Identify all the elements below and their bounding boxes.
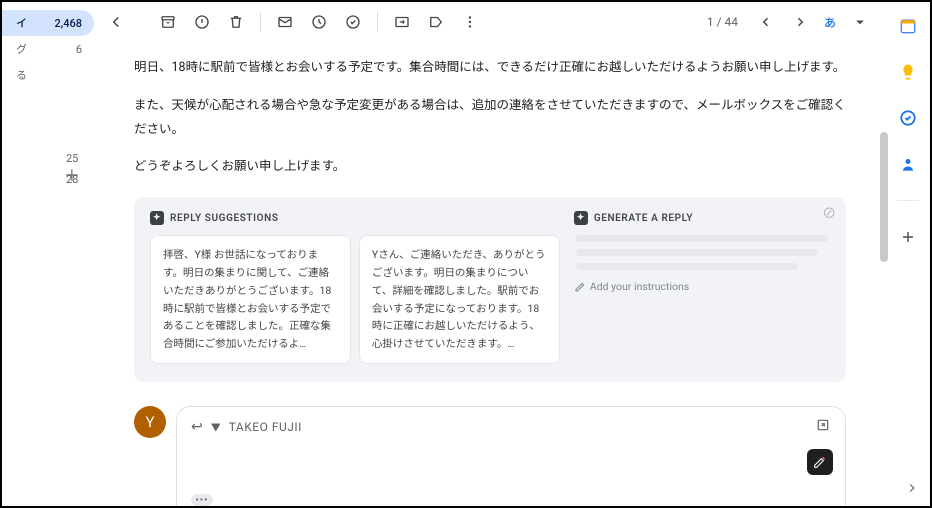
archive-icon[interactable] <box>154 8 182 36</box>
message-paragraph: 明日、18時に駅前で皆様とお会いする予定です。集合時間には、できるだけ正確にお越… <box>134 56 846 80</box>
input-dropdown-icon[interactable] <box>846 8 874 36</box>
reply-suggestion-card[interactable]: Yさん、ご連絡いただき、ありがとうございます。明日の集まりについて、詳細を確認し… <box>359 235 560 364</box>
keep-icon[interactable] <box>894 58 922 86</box>
message-paragraph: どうぞよろしくお願い申し上げます。 <box>134 155 846 179</box>
sparkle-icon: ✦ <box>150 211 164 225</box>
sidebar-group-count: 25 <box>2 148 94 169</box>
sidebar-count: 6 <box>76 43 82 56</box>
snooze-icon[interactable] <box>305 8 333 36</box>
recipient-chip[interactable]: TAKEO FUJII <box>229 420 302 434</box>
next-icon[interactable] <box>786 8 814 36</box>
sidebar-label: る <box>16 67 27 83</box>
scrollbar[interactable] <box>880 132 888 262</box>
prev-icon[interactable] <box>752 8 780 36</box>
add-task-icon[interactable] <box>339 8 367 36</box>
sidebar-item-inbox[interactable]: イ 2,468 <box>2 10 94 36</box>
move-to-icon[interactable] <box>388 8 416 36</box>
side-panel <box>886 2 930 506</box>
delete-icon[interactable] <box>222 8 250 36</box>
reply-suggestions-header: ✦ REPLY SUGGESTIONS <box>150 211 560 225</box>
sidebar-item[interactable]: グ 6 <box>2 36 94 62</box>
reply-dropdown-icon[interactable]: ▼ <box>211 419 221 434</box>
ai-write-button[interactable] <box>807 449 833 475</box>
reply-arrow-icon[interactable]: ↩ <box>191 419 203 435</box>
input-method-button[interactable]: あ <box>824 14 836 31</box>
sidebar-label: イ <box>16 15 27 31</box>
more-icon[interactable] <box>456 8 484 36</box>
sidebar-group-count: 28 <box>2 169 94 190</box>
generate-reply-header: ✦ GENERATE A REPLY <box>574 211 830 225</box>
sidebar-item[interactable]: る <box>2 62 94 88</box>
show-trimmed-button[interactable]: ••• <box>191 494 213 506</box>
contacts-icon[interactable] <box>894 150 922 178</box>
popout-icon[interactable] <box>815 417 831 436</box>
tasks-icon[interactable] <box>894 104 922 132</box>
calendar-icon[interactable] <box>894 12 922 40</box>
spam-icon[interactable] <box>188 8 216 36</box>
add-on-plus-icon[interactable] <box>894 223 922 251</box>
message-scroll-area[interactable]: 明日、18時に駅前で皆様とお会いする予定です。集合時間には、できるだけ正確にお越… <box>94 42 886 506</box>
collapse-panel-icon[interactable] <box>900 476 924 500</box>
message-paragraph: また、天候が心配される場合や急な予定変更がある場合は、追加の連絡をさせていただき… <box>134 94 846 142</box>
message-toolbar: 1 / 44 あ <box>94 2 886 42</box>
sidebar-add-label-icon[interactable]: ＋ <box>64 162 80 186</box>
generate-skeleton <box>574 235 830 270</box>
sparkle-icon: ✦ <box>574 211 588 225</box>
suggestions-panel: ⊘ ✦ REPLY SUGGESTIONS 拝啓、Y様 お世話になっております。… <box>134 197 846 382</box>
pager-text: 1 / 44 <box>707 15 738 29</box>
back-icon[interactable] <box>102 8 130 36</box>
labels-icon[interactable] <box>422 8 450 36</box>
reply-suggestion-card[interactable]: 拝啓、Y様 お世話になっております。明日の集まりに関して、ご連絡いただきありがと… <box>150 235 351 364</box>
compose-card: ↩ ▼ TAKEO FUJII ••• 送信 <box>176 406 846 506</box>
sidebar-label: グ <box>16 41 27 57</box>
sidebar-count: 2,468 <box>55 17 82 30</box>
add-instructions-button[interactable]: Add your instructions <box>574 280 830 293</box>
close-icon[interactable]: ⊘ <box>822 203 836 223</box>
message-body: 明日、18時に駅前で皆様とお会いする予定です。集合時間には、できるだけ正確にお越… <box>134 56 846 179</box>
compose-editor[interactable] <box>177 442 845 490</box>
avatar: Y <box>134 406 166 438</box>
mark-unread-icon[interactable] <box>271 8 299 36</box>
